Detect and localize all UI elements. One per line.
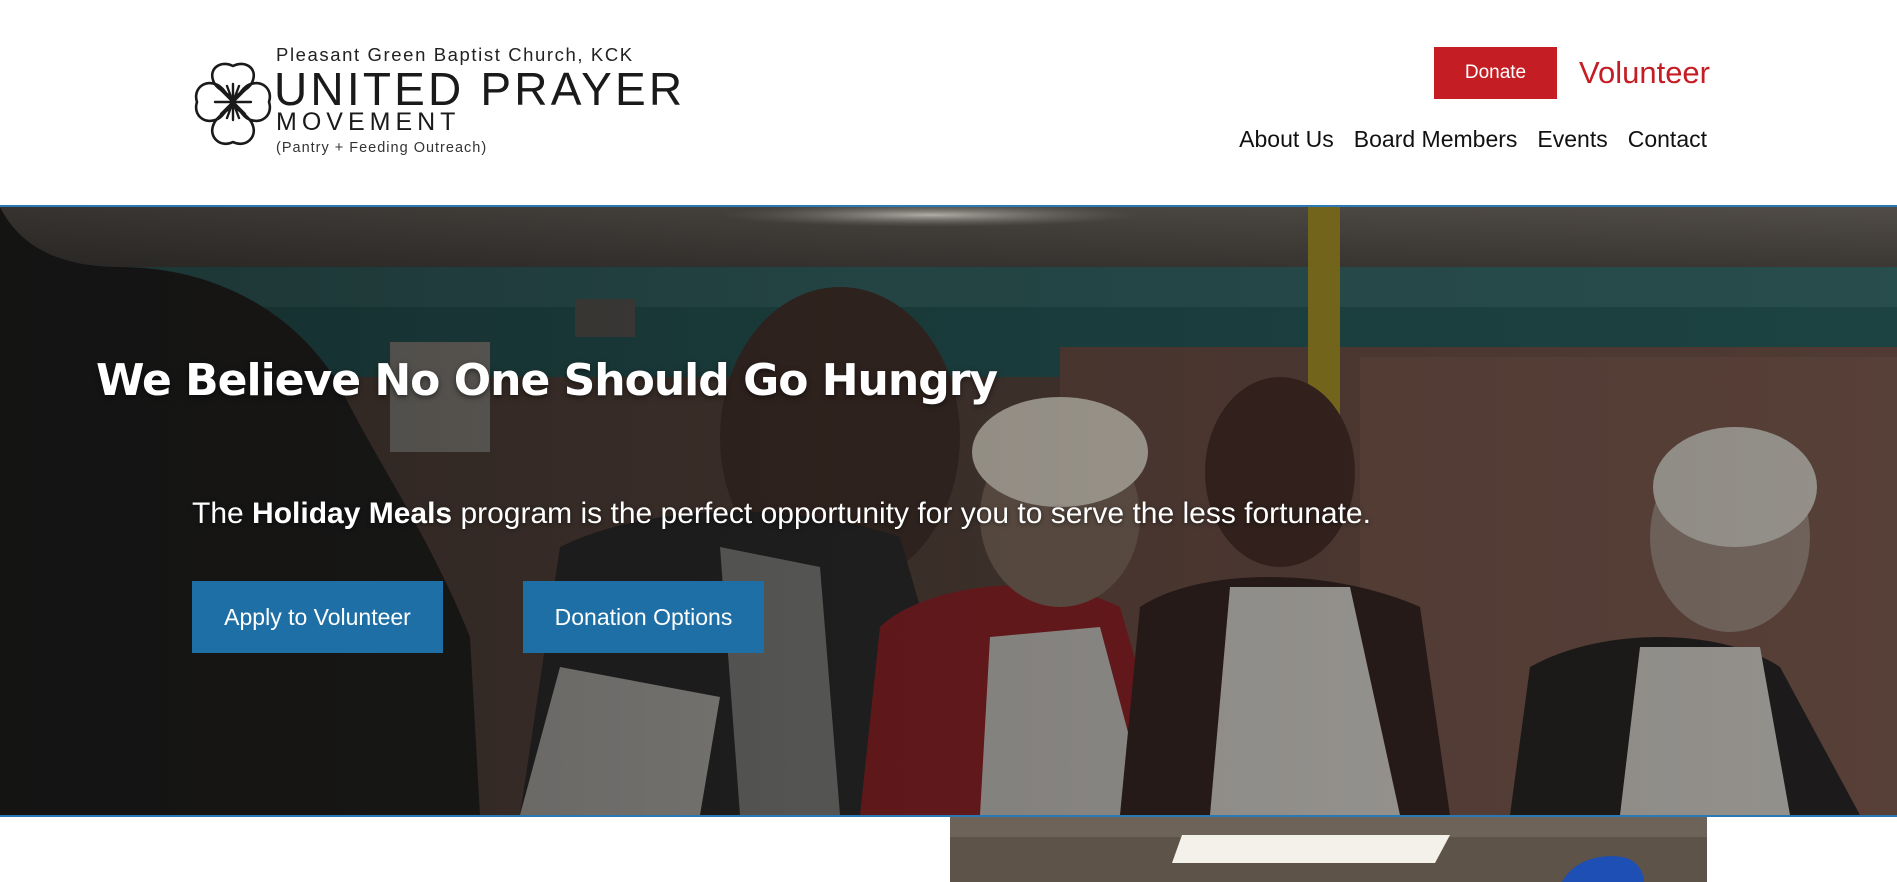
- logo-subtitle: MOVEMENT: [276, 108, 461, 136]
- donation-options-button[interactable]: Donation Options: [523, 581, 764, 653]
- hero-heading: We Believe No One Should Go Hungry: [96, 355, 998, 406]
- hero-section: We Believe No One Should Go Hungry The H…: [0, 205, 1897, 817]
- hero-description: The Holiday Meals program is the perfect…: [192, 497, 1371, 531]
- donate-button[interactable]: Donate: [1434, 47, 1557, 99]
- nav-contact[interactable]: Contact: [1628, 126, 1707, 154]
- nav-about-us[interactable]: About Us: [1239, 126, 1334, 154]
- volunteer-photo-preview: [950, 817, 1707, 882]
- nav-events[interactable]: Events: [1537, 126, 1607, 154]
- hero-text-program: Holiday Meals: [252, 497, 453, 530]
- prayer-hands-logo-icon: [194, 62, 272, 146]
- logo-tagline: (Pantry + Feeding Outreach): [276, 140, 488, 156]
- main-nav: About Us Board Members Events Contact: [1239, 126, 1707, 154]
- hero-text-suffix: program is the perfect opportunity for y…: [452, 497, 1371, 530]
- site-logo[interactable]: Pleasant Green Baptist Church, KCK UNITE…: [191, 42, 682, 162]
- pantry-photo-image: [950, 817, 1707, 882]
- nav-board-members[interactable]: Board Members: [1354, 126, 1518, 154]
- apply-to-volunteer-button[interactable]: Apply to Volunteer: [192, 581, 443, 653]
- volunteer-link[interactable]: Volunteer: [1579, 54, 1710, 91]
- hero-text-prefix: The: [192, 497, 253, 530]
- site-header: Pleasant Green Baptist Church, KCK UNITE…: [0, 0, 1897, 205]
